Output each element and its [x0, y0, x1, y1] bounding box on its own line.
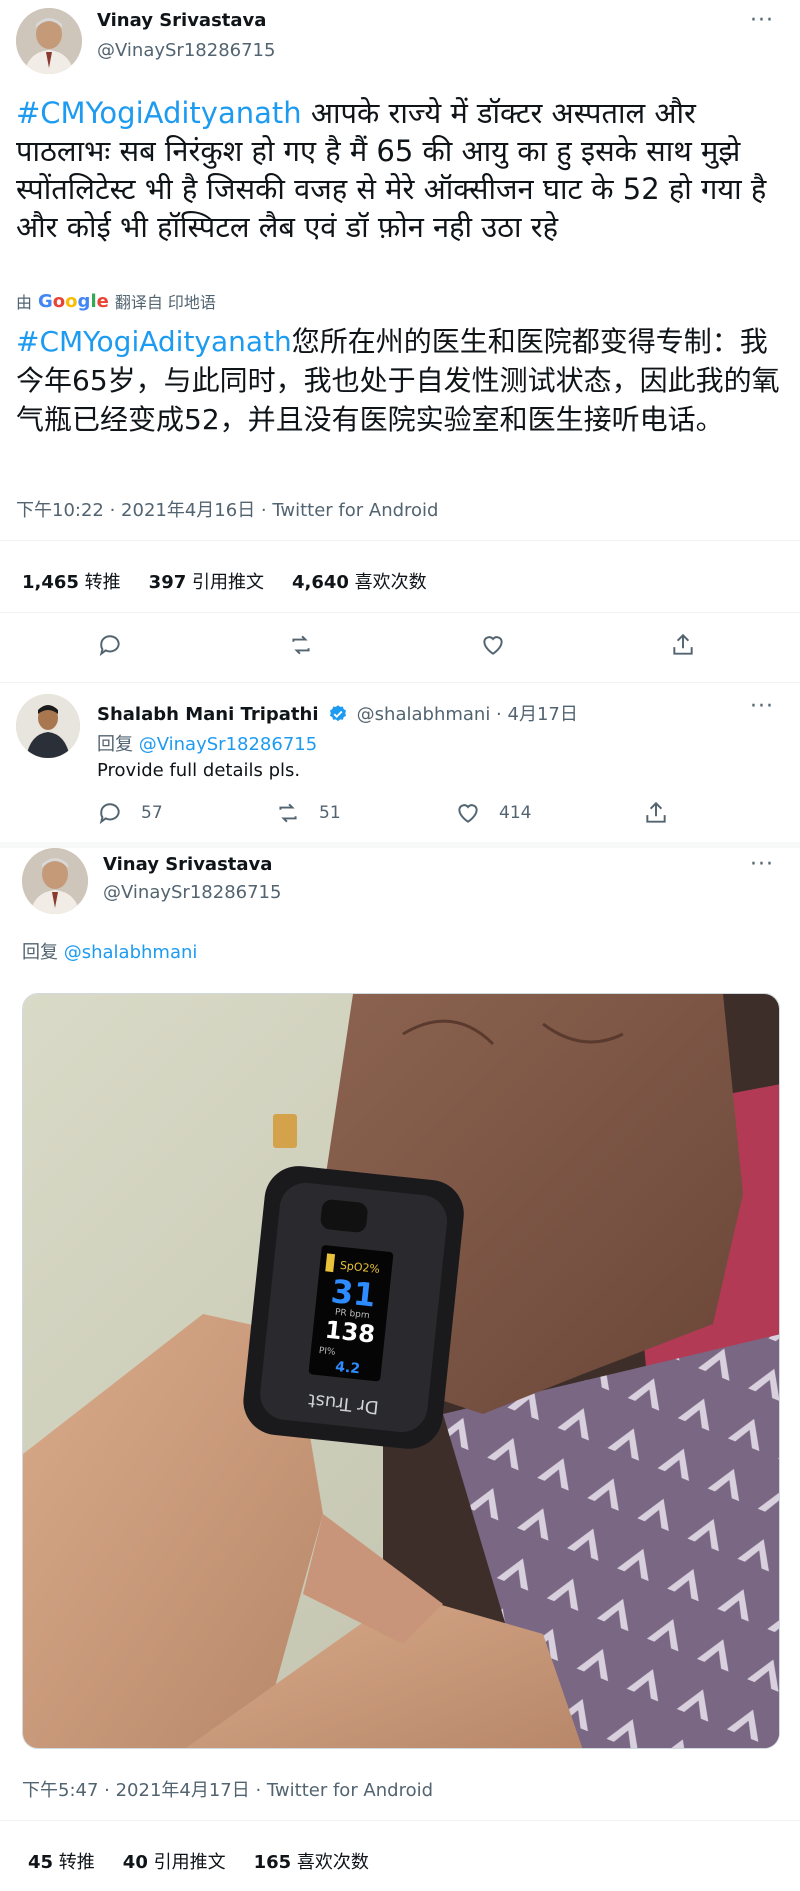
translated-text: #CMYogiAdityanath您所在州的医生和医院都变得专制：我今年65岁，…	[16, 322, 786, 439]
author-handle[interactable]: @VinaySr18286715	[97, 40, 275, 61]
google-logo: Google	[38, 290, 109, 312]
comment-icon	[99, 635, 120, 657]
quotes-stat[interactable]: 40 引用推文	[123, 1848, 226, 1874]
reply-to-line: 回复 @VinaySr18286715	[97, 730, 317, 756]
author-name[interactable]: Vinay Srivastava	[103, 854, 272, 875]
share-icon	[673, 633, 693, 655]
like-button[interactable]	[480, 632, 506, 658]
more-options-icon[interactable]: ···	[750, 8, 774, 33]
pr-value: 138	[324, 1316, 377, 1349]
heart-icon	[458, 804, 478, 823]
avatar[interactable]	[22, 848, 88, 914]
reply-more-options-icon[interactable]: ···	[750, 694, 774, 719]
translation-attribution[interactable]: 由 Google 翻译自 印地语	[16, 289, 216, 313]
reply-button[interactable]	[97, 632, 123, 658]
share-icon	[646, 801, 666, 823]
reply-avatar[interactable]	[16, 694, 80, 758]
retweet-icon	[279, 803, 297, 823]
reply-to-link[interactable]: @VinaySr18286715	[139, 734, 317, 755]
reply1-comment-count: 57	[141, 803, 163, 823]
reply-text: Provide full details pls.	[97, 760, 301, 781]
retweets-stat[interactable]: 45 转推	[28, 1848, 95, 1874]
avatar[interactable]	[16, 8, 82, 74]
share-button[interactable]	[670, 632, 696, 658]
likes-stat[interactable]: 165 喜欢次数	[254, 1848, 369, 1874]
quotes-stat[interactable]: 397 引用推文	[149, 568, 264, 594]
author-handle[interactable]: @VinaySr18286715	[103, 882, 281, 903]
reply-handle-date[interactable]: @shalabhmani · 4月17日	[357, 704, 578, 725]
reply-to-link[interactable]: @shalabhmani	[64, 942, 198, 963]
reply1-comment-button[interactable]: 57	[97, 800, 163, 826]
reply1-retweet-count: 51	[319, 803, 341, 823]
author-name[interactable]: Vinay Srivastava	[97, 10, 266, 31]
stats-row: 45 转推 40 引用推文 165 喜欢次数	[28, 1848, 369, 1874]
heart-icon	[483, 636, 503, 655]
retweet-icon	[292, 635, 310, 655]
reply1-like-button[interactable]: 414	[455, 800, 531, 826]
reply-prefix: 回复	[97, 734, 133, 755]
pi-value: 4.2	[334, 1359, 360, 1378]
hashtag-link[interactable]: #CMYogiAdityanath	[16, 96, 302, 130]
reply1-like-count: 414	[499, 803, 532, 823]
tweet-text: #CMYogiAdityanath आपके राज्ये में डॉक्टर…	[16, 94, 776, 246]
reply1-share-button[interactable]	[643, 800, 669, 826]
reply-to-line: 回复 @shalabhmani	[22, 938, 197, 964]
stats-row: 1,465 转推 397 引用推文 4,640 喜欢次数	[22, 568, 427, 594]
oximeter-photo: SpO2% 31 PR bpm 138 PI% 4.2 Dr Trust	[23, 994, 779, 1748]
comment-icon	[99, 803, 120, 825]
translated-hashtag-link[interactable]: #CMYogiAdityanath	[16, 325, 292, 358]
pi-label: PI%	[318, 1346, 336, 1358]
retweet-button[interactable]	[288, 632, 314, 658]
more-options-icon[interactable]: ···	[750, 852, 774, 877]
reply-author-name[interactable]: Shalabh Mani Tripathi	[97, 704, 318, 725]
translate-suffix: 翻译自 印地语	[114, 293, 216, 312]
translate-prefix: 由	[16, 293, 33, 312]
reply-prefix: 回复	[22, 942, 58, 963]
reply-header: Shalabh Mani Tripathi @shalabhmani · 4月1…	[97, 700, 578, 726]
reply1-retweet-button[interactable]: 51	[275, 800, 341, 826]
retweets-stat[interactable]: 1,465 转推	[22, 568, 121, 594]
likes-stat[interactable]: 4,640 喜欢次数	[292, 568, 427, 594]
tweet-timestamp[interactable]: 下午10:22 · 2021年4月16日 · Twitter for Andro…	[16, 496, 438, 522]
tweet-timestamp[interactable]: 下午5:47 · 2021年4月17日 · Twitter for Androi…	[22, 1776, 433, 1802]
verified-badge-icon	[329, 705, 346, 722]
tweet-photo[interactable]: SpO2% 31 PR bpm 138 PI% 4.2 Dr Trust	[22, 993, 780, 1749]
